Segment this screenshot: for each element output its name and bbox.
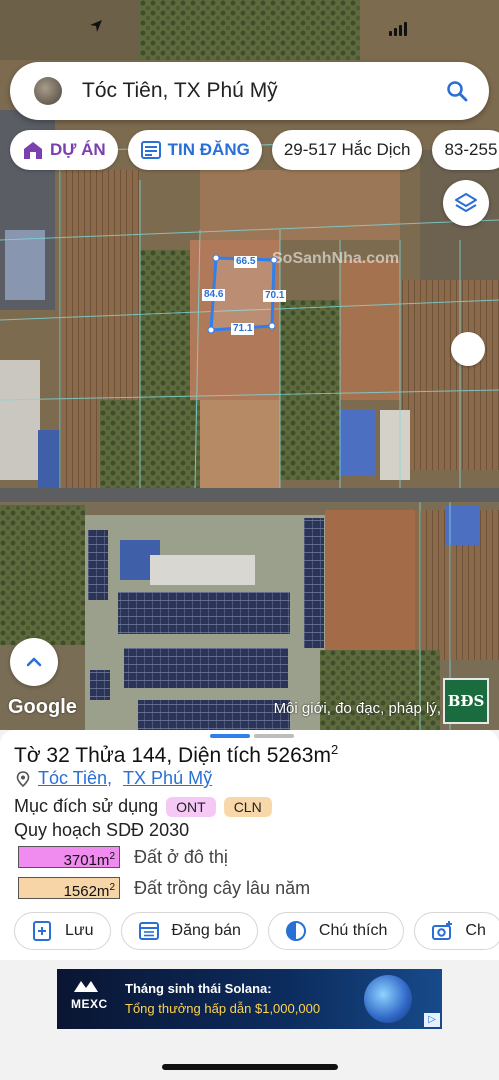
post-for-sale-button[interactable]: Đăng bán xyxy=(120,912,258,950)
badge-ont: ONT xyxy=(166,796,216,817)
area-value: 1562m xyxy=(63,883,110,900)
post-for-sale-label: Đăng bán xyxy=(171,922,241,939)
plot-title-sup: 2 xyxy=(330,742,339,757)
legend-label: Chú thích xyxy=(318,922,388,939)
chevron-up-icon xyxy=(26,657,42,667)
ad-headline: Tháng sinh thái Solana: xyxy=(125,981,272,996)
avatar[interactable] xyxy=(34,77,62,105)
plan-area-urban: 3701m2 xyxy=(18,846,120,869)
chip-project[interactable]: DỰ ÁN xyxy=(10,130,118,170)
chip-plot-83-255[interactable]: 83-255 xyxy=(432,130,499,170)
project-house-icon xyxy=(24,142,42,159)
plot-edge-right: 70.1 xyxy=(263,290,287,302)
plan-row-perennial: 1562m2 Đất trồng cây lâu năm xyxy=(18,877,311,900)
satellite-map[interactable]: SoSanhNha.com 66.5 84.6 70.1 71.1 Tóc Ti… xyxy=(0,0,499,730)
mexc-logo-icon xyxy=(74,981,98,992)
land-use-purpose: Mục đích sử dụng ONT CLN xyxy=(14,796,272,817)
google-logo: Google xyxy=(8,696,77,718)
plan-row-urban: 3701m2 Đất ở đô thị xyxy=(18,846,228,869)
chip-plot-hac-dich[interactable]: 29-517 Hắc Dịch xyxy=(271,130,423,170)
purpose-label: Mục đích sử dụng xyxy=(14,796,159,816)
half-circle-icon xyxy=(285,921,306,941)
location-link-town[interactable]: TX Phú Mỹ xyxy=(123,768,212,789)
listing-icon xyxy=(140,141,161,159)
home-indicator[interactable] xyxy=(162,1064,338,1070)
ad-brand: MEXC xyxy=(71,997,108,1011)
plan-area-perennial: 1562m2 xyxy=(18,877,120,900)
ad-info-icon[interactable]: ▷ xyxy=(424,1013,440,1027)
plot-edge-left: 84.6 xyxy=(202,289,226,301)
action-buttons: Lưu Đăng bán Chú thích Ch xyxy=(14,912,499,950)
expand-panel-button[interactable] xyxy=(10,638,58,686)
location-pin-icon xyxy=(16,770,30,787)
bds-logo[interactable]: BĐS xyxy=(443,678,489,724)
ad-area: MEXC Tháng sinh thái Solana: Tổng thưởng… xyxy=(0,960,499,1080)
map-disclaimer: Môi giới, đo đạc, pháp lý, xyxy=(273,700,441,717)
plot-edge-bottom: 71.1 xyxy=(231,323,255,335)
search-icon[interactable] xyxy=(445,79,469,103)
drag-handle[interactable] xyxy=(210,734,294,738)
chip-label: 29-517 Hắc Dịch xyxy=(283,140,411,159)
plot-title: Tờ 32 Thửa 144, Diện tích 5263m2 xyxy=(14,742,338,768)
add-photo-label: Ch xyxy=(465,922,486,939)
chip-label: 83-255 xyxy=(444,140,498,159)
layers-icon xyxy=(455,193,477,212)
add-photo-icon xyxy=(432,921,453,940)
chip-listing-label: TIN ĐĂNG xyxy=(167,140,250,159)
chip-project-label: DỰ ÁN xyxy=(50,140,106,159)
plot-info-panel: Tờ 32 Thửa 144, Diện tích 5263m2 Tóc Tiê… xyxy=(0,730,499,960)
legend-button[interactable]: Chú thích xyxy=(267,912,405,950)
filter-chips: DỰ ÁN TIN ĐĂNG 29-517 Hắc Dịch 83-255 xyxy=(10,130,499,170)
chip-listing[interactable]: TIN ĐĂNG xyxy=(127,130,262,170)
search-bar[interactable]: Tóc Tiên, TX Phú Mỹ xyxy=(10,62,489,120)
location: Tóc Tiên , TX Phú Mỹ xyxy=(16,768,212,789)
ad-subline: Tổng thưởng hấp dẫn $1,000,000 xyxy=(125,1001,321,1016)
solana-coin-icon xyxy=(364,975,412,1023)
location-separator: , xyxy=(107,768,118,788)
save-button[interactable]: Lưu xyxy=(14,912,111,950)
plot-title-text: Tờ 32 Thửa 144, Diện tích 5263m xyxy=(14,744,331,767)
plan-desc-urban: Đất ở đô thị xyxy=(134,846,228,867)
search-input[interactable]: Tóc Tiên, TX Phú Mỹ xyxy=(82,79,445,103)
bookmark-add-icon xyxy=(33,921,51,941)
area-sup: 2 xyxy=(109,882,115,893)
layers-button[interactable] xyxy=(443,180,489,226)
area-sup: 2 xyxy=(109,851,115,862)
area-value: 3701m xyxy=(63,852,110,869)
add-photo-button[interactable]: Ch xyxy=(414,912,499,950)
plan-title: Quy hoạch SDĐ 2030 xyxy=(14,820,190,840)
ad-banner[interactable]: MEXC Tháng sinh thái Solana: Tổng thưởng… xyxy=(57,969,442,1029)
plan-desc-perennial: Đất trồng cây lâu năm xyxy=(134,877,311,898)
save-label: Lưu xyxy=(65,922,94,939)
floating-dot-button[interactable] xyxy=(451,332,485,366)
calendar-list-icon xyxy=(138,922,159,940)
plot-edge-top: 66.5 xyxy=(234,256,258,268)
badge-cln: CLN xyxy=(223,796,272,817)
location-link-ward[interactable]: Tóc Tiên xyxy=(38,768,107,789)
